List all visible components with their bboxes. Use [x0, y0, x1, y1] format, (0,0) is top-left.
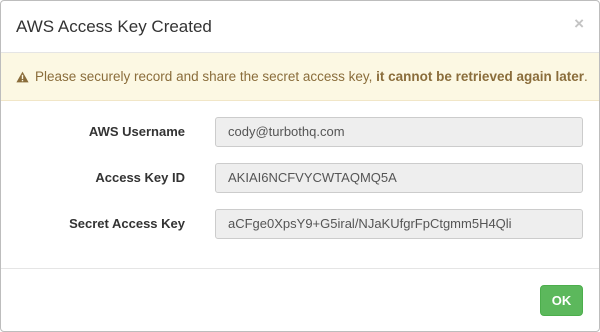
close-button[interactable]: ×	[574, 14, 584, 34]
secret-key-label: Secret Access Key	[69, 216, 185, 231]
warning-icon	[16, 71, 29, 83]
username-row: AWS Username cody@turbothq.com	[1, 117, 599, 147]
dialog-title: AWS Access Key Created	[16, 17, 212, 36]
warning-alert: Please securely record and share the sec…	[1, 53, 599, 101]
secret-key-row: Secret Access Key aCFge0XpsY9+G5iral/NJa…	[1, 209, 599, 239]
warning-emphasis: it cannot be retrieved again later	[376, 69, 584, 84]
dialog-header: AWS Access Key Created ×	[1, 1, 599, 53]
username-label: AWS Username	[88, 124, 185, 139]
username-field[interactable]: cody@turbothq.com	[215, 117, 583, 147]
access-key-id-row: Access Key ID AKIAI6NCFVYCWTAQMQ5A	[1, 163, 599, 193]
access-key-id-field[interactable]: AKIAI6NCFVYCWTAQMQ5A	[215, 163, 583, 193]
access-key-dialog: AWS Access Key Created × Please securely…	[0, 0, 600, 332]
warning-text: Please securely record and share the sec…	[35, 69, 588, 84]
access-key-id-label: Access Key ID	[95, 170, 185, 185]
secret-key-field[interactable]: aCFge0XpsY9+G5iral/NJaKUfgrFpCtgmm5H4Qli	[215, 209, 583, 239]
ok-button[interactable]: OK	[540, 285, 583, 316]
key-details-form: AWS Username cody@turbothq.com Access Ke…	[1, 101, 599, 269]
dialog-footer: OK	[1, 269, 599, 332]
